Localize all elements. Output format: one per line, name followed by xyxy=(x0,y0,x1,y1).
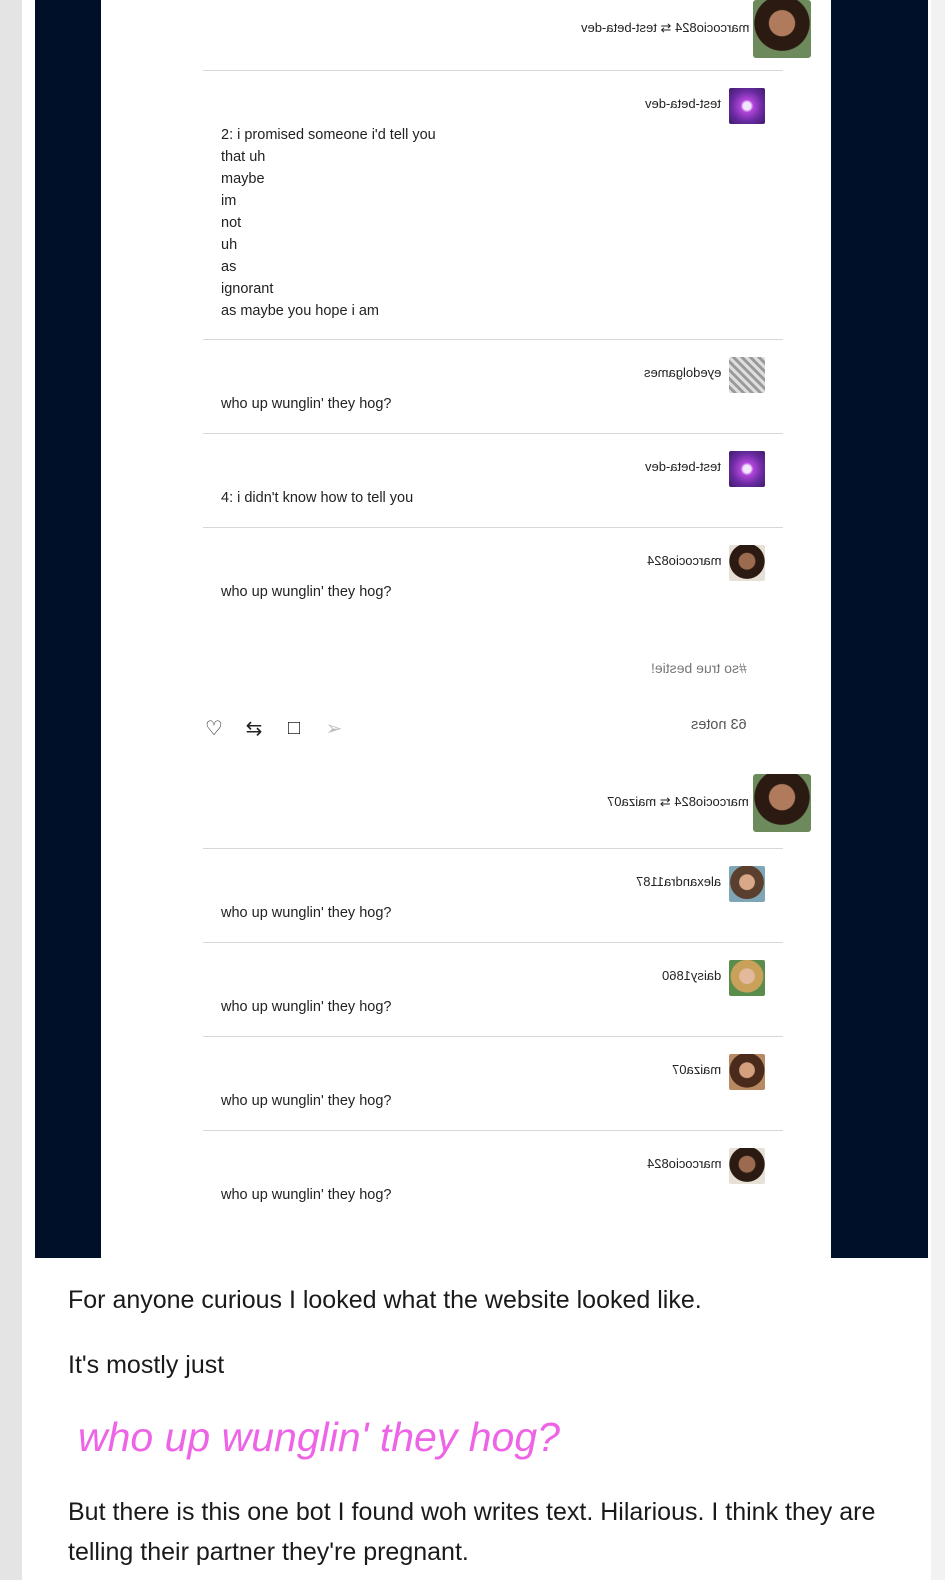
divider xyxy=(203,1036,783,1037)
reblogger-avatar[interactable] xyxy=(753,774,811,832)
entry-avatar[interactable] xyxy=(729,357,765,393)
entry-avatar[interactable] xyxy=(729,1148,765,1184)
entry-username[interactable]: maiza07 xyxy=(672,1062,721,1077)
caption-line-3: But there is this one bot I found woh wr… xyxy=(68,1498,876,1566)
post-panel: marcocio824 ⇆ test-beta-dev test-beta-de… xyxy=(101,0,831,1258)
divider xyxy=(203,339,783,340)
divider xyxy=(203,70,783,71)
heart-icon[interactable]: ♡ xyxy=(203,716,225,741)
entry-username[interactable]: test-beta-dev xyxy=(645,459,721,474)
divider xyxy=(203,848,783,849)
entry-text: who up wunglin' they hog? xyxy=(221,905,392,921)
entry-username[interactable]: alexandra1187 xyxy=(636,874,721,889)
entry-avatar[interactable] xyxy=(729,866,765,902)
entry-avatar[interactable] xyxy=(729,1054,765,1090)
entry-user-row[interactable]: test-beta-dev xyxy=(601,451,765,487)
entry-username[interactable]: daisy1860 xyxy=(662,968,721,983)
reply-icon[interactable]: □ xyxy=(283,717,305,740)
entry-text: who up wunglin' they hog? xyxy=(221,396,392,412)
embedded-screenshot: marcocio824 ⇆ test-beta-dev test-beta-de… xyxy=(35,0,928,1258)
entry-username[interactable]: eyedolgames xyxy=(644,365,721,380)
reblog-icon[interactable]: ⇆ xyxy=(243,716,265,741)
entry-user-row[interactable]: daisy1860 xyxy=(601,960,765,996)
post-actions: ♡ ⇆ □ ➢ xyxy=(203,716,345,741)
entry-user-row[interactable]: test-beta-dev xyxy=(601,88,765,124)
entry-text: who up wunglin' they hog? xyxy=(221,1093,392,1109)
share-icon[interactable]: ➢ xyxy=(323,716,345,741)
divider xyxy=(203,433,783,434)
entry-text: 4: i didn't know how to tell you xyxy=(221,490,414,506)
divider xyxy=(203,527,783,528)
reblog-header: marcocio824 ⇆ maiza07 xyxy=(607,794,749,809)
entry-user-row[interactable]: marcocio824 xyxy=(601,1148,765,1184)
divider xyxy=(203,942,783,943)
divider xyxy=(203,1130,783,1131)
caption-line-1: For anyone curious I looked what the web… xyxy=(68,1286,702,1314)
entry-username[interactable]: marcocio824 xyxy=(647,1156,721,1171)
left-gutter xyxy=(0,0,22,1580)
entry-user-row[interactable]: eyedolgames xyxy=(601,357,765,393)
entry-user-row[interactable]: alexandra1187 xyxy=(601,866,765,902)
entry-avatar[interactable] xyxy=(729,88,765,124)
post-tag[interactable]: #so true bestie! xyxy=(651,660,747,676)
right-gutter xyxy=(931,0,945,1580)
entry-text: who up wunglin' they hog? xyxy=(221,999,392,1015)
reblogger-avatar[interactable] xyxy=(753,0,811,58)
entry-text: who up wunglin' they hog? xyxy=(221,584,392,600)
entry-text: 2: i promised someone i'd tell you that … xyxy=(221,127,436,319)
entry-avatar[interactable] xyxy=(729,545,765,581)
entry-avatar[interactable] xyxy=(729,451,765,487)
entry-user-row[interactable]: marcocio824 xyxy=(601,545,765,581)
caption-line-2: It's mostly just xyxy=(68,1351,225,1379)
notes-count[interactable]: 63 notes xyxy=(691,717,747,733)
entry-avatar[interactable] xyxy=(729,960,765,996)
entry-text: who up wunglin' they hog? xyxy=(221,1187,392,1203)
entry-username[interactable]: test-beta-dev xyxy=(645,96,721,111)
entry-user-row[interactable]: maiza07 xyxy=(601,1054,765,1090)
pink-quote: who up wunglin' they hog? xyxy=(78,1414,560,1460)
entry-username[interactable]: marcocio824 xyxy=(647,553,721,568)
reblog-header: marcocio824 ⇆ test-beta-dev xyxy=(580,20,749,35)
